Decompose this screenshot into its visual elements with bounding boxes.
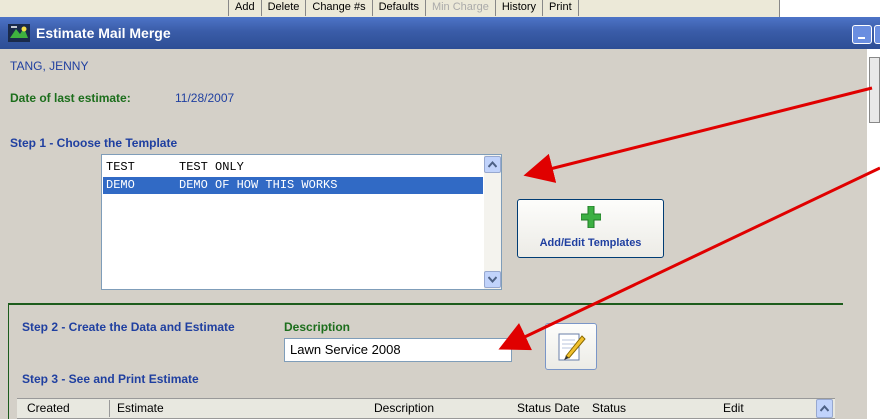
toolbar-edge xyxy=(779,0,880,17)
grid-scroll-up-button[interactable] xyxy=(816,399,833,418)
window-title: Estimate Mail Merge xyxy=(36,25,171,41)
add-edit-templates-label: Add/Edit Templates xyxy=(539,237,642,249)
column-edit[interactable]: Edit xyxy=(723,401,744,415)
step1-heading: Step 1 - Choose the Template xyxy=(10,136,178,150)
add-button[interactable]: Add xyxy=(229,0,262,16)
minimize-button[interactable] xyxy=(852,25,872,44)
plus-icon xyxy=(581,206,601,228)
step2-heading: Step 2 - Create the Data and Estimate xyxy=(22,320,235,334)
main-toolbar: Add Delete Change #s Defaults Min Charge… xyxy=(0,0,880,17)
column-status[interactable]: Status xyxy=(592,401,626,415)
description-input[interactable]: Lawn Service 2008 xyxy=(284,338,512,362)
defaults-button[interactable]: Defaults xyxy=(373,0,426,16)
scroll-down-button[interactable] xyxy=(484,271,501,288)
section-divider xyxy=(8,303,843,305)
maximize-button[interactable] xyxy=(874,25,880,44)
chevron-down-icon xyxy=(488,276,497,283)
scroll-up-button[interactable] xyxy=(484,156,501,173)
template-listbox[interactable]: TEST TEST ONLY DEMO DEMO OF HOW THIS WOR… xyxy=(101,154,502,290)
description-label: Description xyxy=(284,320,351,334)
delete-button[interactable]: Delete xyxy=(262,0,307,16)
pencil-icon xyxy=(558,333,586,361)
column-status-date[interactable]: Status Date xyxy=(517,401,580,415)
customer-name: TANG, JENNY xyxy=(10,59,89,73)
column-created[interactable]: Created xyxy=(27,401,70,415)
column-description[interactable]: Description xyxy=(374,401,434,415)
last-estimate-label: Date of last estimate: xyxy=(10,91,131,105)
template-code: DEMO xyxy=(106,178,135,192)
create-estimate-button[interactable] xyxy=(545,323,597,370)
add-edit-templates-button[interactable]: Add/Edit Templates xyxy=(517,199,664,258)
column-estimate[interactable]: Estimate xyxy=(117,401,164,415)
template-description: TEST ONLY xyxy=(179,160,244,174)
last-estimate-date: 11/28/2007 xyxy=(175,91,235,105)
side-toolbar-icon[interactable] xyxy=(869,57,880,123)
history-button[interactable]: History xyxy=(496,0,544,16)
template-description: DEMO OF HOW THIS WORKS xyxy=(179,178,338,192)
toolbar-buttons: Add Delete Change #s Defaults Min Charge… xyxy=(228,0,579,16)
window-title-bar[interactable]: Estimate Mail Merge xyxy=(0,17,880,49)
column-separator xyxy=(109,400,110,417)
app-icon xyxy=(8,24,30,42)
step3-heading: Step 3 - See and Print Estimate xyxy=(22,372,199,386)
section-border xyxy=(8,303,9,419)
chevron-up-icon xyxy=(488,161,497,168)
chevron-up-icon xyxy=(820,405,829,412)
estimate-grid-header: Created Estimate Description Status Date… xyxy=(17,398,835,419)
template-scrollbar[interactable] xyxy=(484,155,501,289)
template-code: TEST xyxy=(106,160,135,174)
template-row-selected[interactable]: DEMO DEMO OF HOW THIS WORKS xyxy=(103,177,483,194)
change-numbers-button[interactable]: Change #s xyxy=(306,0,373,16)
template-row[interactable]: TEST TEST ONLY xyxy=(103,159,483,176)
print-button[interactable]: Print xyxy=(543,0,579,16)
min-charge-button: Min Charge xyxy=(426,0,496,16)
